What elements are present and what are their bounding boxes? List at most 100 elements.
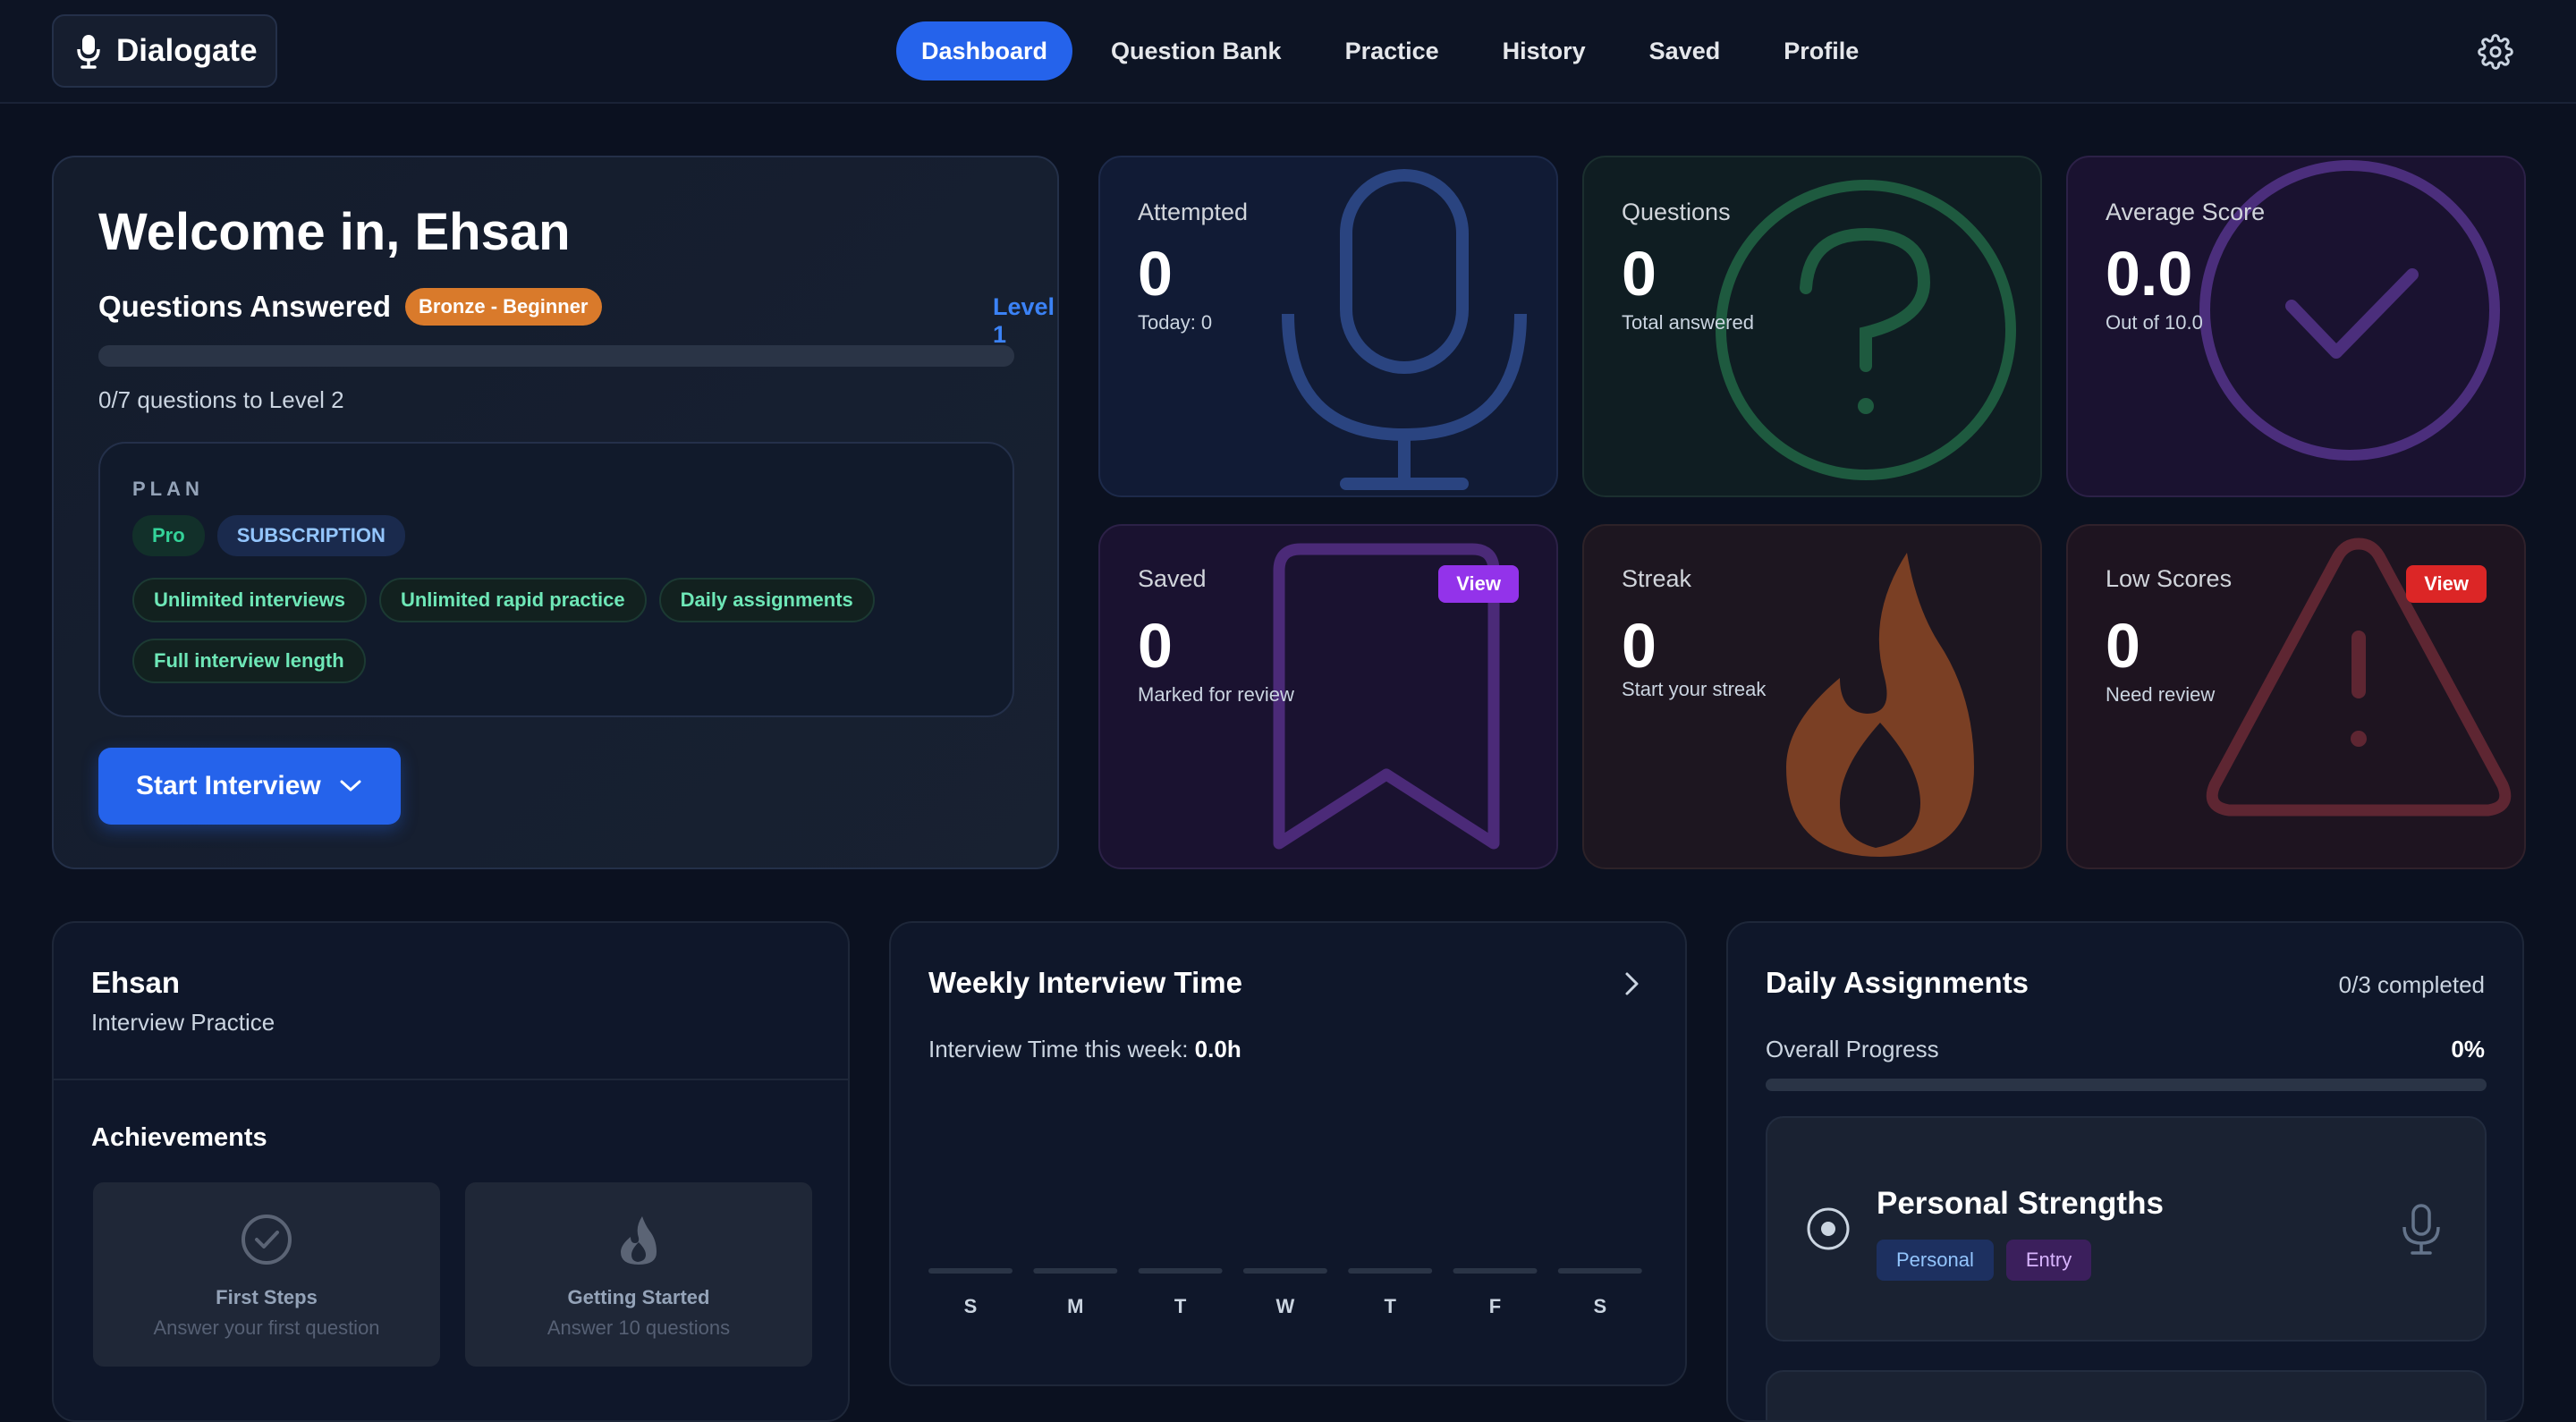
- level-progress-caption: 0/7 questions to Level 2: [98, 386, 344, 413]
- questions-answered-row: Questions Answered Bronze - Beginner: [98, 288, 602, 326]
- check-circle-icon: [242, 1215, 292, 1265]
- chevron-down-icon: [340, 780, 361, 791]
- plan-tags: Pro SUBSCRIPTION: [132, 515, 405, 556]
- stat-value: 0: [2106, 611, 2140, 681]
- stat-title: Attempted: [1138, 199, 1249, 225]
- profile-subtitle: Interview Practice: [91, 1009, 275, 1036]
- welcome-title: Welcome in, Ehsan: [98, 203, 571, 261]
- profile-card: Ehsan Interview Practice Achievements Fi…: [52, 921, 850, 1422]
- nav-profile[interactable]: Profile: [1758, 21, 1884, 80]
- brand-logo-button[interactable]: Dialogate: [52, 14, 277, 88]
- assignment-name: Personal Strengths: [1877, 1186, 2164, 1221]
- stat-subtitle: Marked for review: [1138, 683, 1294, 706]
- chart-bar: [1138, 1268, 1223, 1274]
- nav-saved[interactable]: Saved: [1624, 21, 1746, 80]
- brand-name: Dialogate: [116, 33, 258, 68]
- chart-bar: [1348, 1268, 1433, 1274]
- stat-card-streak: Streak 0 Start your streak: [1582, 524, 2042, 869]
- achievement-name: First Steps: [216, 1286, 318, 1308]
- chevron-right-icon[interactable]: [1617, 969, 1646, 998]
- assignment-item[interactable]: Personal Strengths Personal Entry: [1766, 1116, 2487, 1342]
- main-nav: Dashboard Question Bank Practice History…: [896, 21, 1897, 80]
- achievement-name: Getting Started: [567, 1286, 710, 1308]
- chart-bar: [1242, 1268, 1327, 1274]
- daily-progress-percent: 0%: [2451, 1036, 2485, 1062]
- stat-title: Streak: [1622, 565, 1692, 592]
- stat-title: Average Score: [2106, 199, 2266, 225]
- assignment-tag: Personal: [1877, 1240, 1994, 1281]
- achievement-description: Answer 10 questions: [547, 1316, 731, 1339]
- chart-x-tick-label: T: [1384, 1295, 1396, 1317]
- stat-value: 0: [1622, 611, 1657, 681]
- weekly-bar-chart: SMTWTFS: [928, 1268, 1642, 1317]
- assignment-item[interactable]: [1766, 1370, 2487, 1420]
- stat-value: 0.0: [2106, 239, 2193, 309]
- stat-subtitle: Out of 10.0: [2106, 311, 2203, 334]
- flame-icon: [621, 1216, 657, 1265]
- level-progress-bar: [98, 345, 1014, 367]
- profile-name: Ehsan: [91, 966, 181, 999]
- saved-view-button[interactable]: View: [1438, 565, 1519, 603]
- chart-bar: [928, 1268, 1013, 1274]
- assignment-tags: Personal Entry: [1877, 1240, 2092, 1281]
- stat-title: Questions: [1622, 199, 1731, 225]
- achievement-card: Getting Started Answer 10 questions: [465, 1182, 812, 1367]
- stat-title: Low Scores: [2106, 565, 2233, 592]
- level-label: Level 1: [993, 293, 1055, 348]
- chart-x-tick-label: T: [1174, 1295, 1187, 1317]
- stat-subtitle: Start your streak: [1622, 678, 1767, 700]
- question-mark-icon: [1716, 180, 2016, 480]
- nav-practice[interactable]: Practice: [1320, 21, 1464, 80]
- achievements-title: Achievements: [91, 1123, 267, 1152]
- assignment-tag: Entry: [2005, 1240, 2092, 1281]
- microphone-icon: [1282, 169, 1527, 490]
- microphone-icon[interactable]: [2401, 1204, 2442, 1256]
- stat-subtitle: Today: 0: [1138, 311, 1213, 334]
- stat-card-low-scores: Low Scores View 0 Need review: [2066, 524, 2526, 869]
- chart-bar: [1557, 1268, 1642, 1274]
- plan-features: Unlimited interviews Unlimited rapid pra…: [132, 578, 991, 683]
- stat-card-average-score: Average Score 0.0 Out of 10.0: [2066, 156, 2526, 497]
- nav-question-bank[interactable]: Question Bank: [1086, 21, 1307, 80]
- stat-value: 0: [1138, 239, 1173, 309]
- daily-count: 0/3 completed: [2338, 971, 2485, 998]
- chart-bar: [1453, 1268, 1538, 1274]
- divider: [54, 1079, 848, 1080]
- plan-feature: Full interview length: [132, 639, 366, 683]
- stat-card-attempted: Attempted 0 Today: 0: [1098, 156, 1558, 497]
- chart-x-tick-label: S: [964, 1295, 978, 1317]
- nav-history[interactable]: History: [1478, 21, 1611, 80]
- chart-x-tick-label: F: [1489, 1295, 1501, 1317]
- tier-badge: Bronze - Beginner: [405, 288, 602, 326]
- plan-box: PLAN Pro SUBSCRIPTION Unlimited intervie…: [98, 442, 1014, 717]
- start-interview-button[interactable]: Start Interview: [98, 748, 401, 825]
- chart-bar: [1033, 1268, 1118, 1274]
- plan-label: PLAN: [132, 478, 204, 500]
- daily-assignments-card: Daily Assignments 0/3 completed Overall …: [1726, 921, 2524, 1422]
- stat-title: Saved: [1138, 565, 1207, 592]
- stat-subtitle: Total answered: [1622, 311, 1754, 334]
- nav-dashboard[interactable]: Dashboard: [896, 21, 1073, 80]
- daily-title: Daily Assignments: [1766, 966, 2029, 999]
- questions-answered-label: Questions Answered: [98, 290, 392, 323]
- welcome-card: Welcome in, Ehsan Questions Answered Bro…: [52, 156, 1059, 869]
- chart-x-tick-label: W: [1276, 1295, 1295, 1317]
- start-interview-label: Start Interview: [136, 771, 321, 800]
- stat-value: 0: [1622, 239, 1657, 309]
- weekly-title: Weekly Interview Time: [928, 966, 1242, 999]
- plan-type-tag: SUBSCRIPTION: [216, 515, 405, 556]
- daily-progress-bar: [1766, 1079, 2487, 1091]
- plan-feature: Unlimited rapid practice: [378, 578, 647, 622]
- achievement-description: Answer your first question: [153, 1316, 380, 1339]
- stat-value: 0: [1138, 611, 1173, 681]
- weekly-total-value: 0.0h: [1194, 1036, 1241, 1062]
- gear-icon[interactable]: [2478, 34, 2513, 70]
- plan-feature: Daily assignments: [658, 578, 875, 622]
- top-navigation-bar: Dialogate Dashboard Question Bank Practi…: [0, 0, 2576, 104]
- plan-tier-tag: Pro: [132, 515, 205, 556]
- microphone-icon: [77, 35, 100, 69]
- low-scores-view-button[interactable]: View: [2406, 565, 2487, 603]
- radio-target-icon[interactable]: [1805, 1206, 1852, 1252]
- chart-x-tick-label: M: [1067, 1295, 1083, 1317]
- weekly-subtitle-label: Interview Time this week:: [928, 1036, 1189, 1062]
